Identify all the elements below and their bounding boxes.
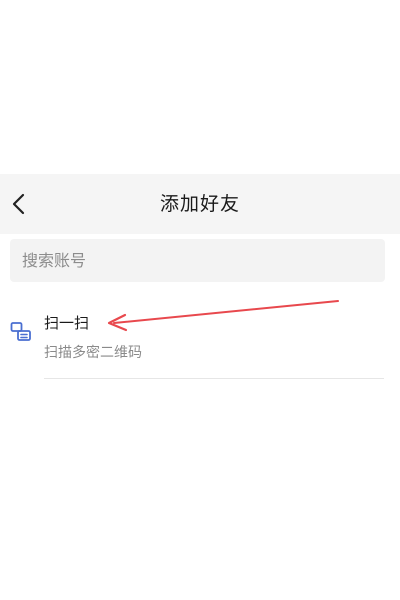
page-title: 添加好友 [159, 193, 240, 215]
scan-icon [10, 322, 31, 341]
search-input[interactable] [10, 239, 385, 282]
scan-list-item[interactable]: 扫一扫 扫描多密二维码 [0, 298, 400, 378]
nav-bar: 添加好友 [0, 174, 400, 234]
list-divider [44, 378, 384, 379]
scan-subtitle: 扫描多密二维码 [44, 345, 142, 361]
scan-title: 扫一扫 [44, 314, 90, 332]
add-friend-screen: 添加好友 扫一扫 扫描多密二维码 [0, 0, 400, 600]
